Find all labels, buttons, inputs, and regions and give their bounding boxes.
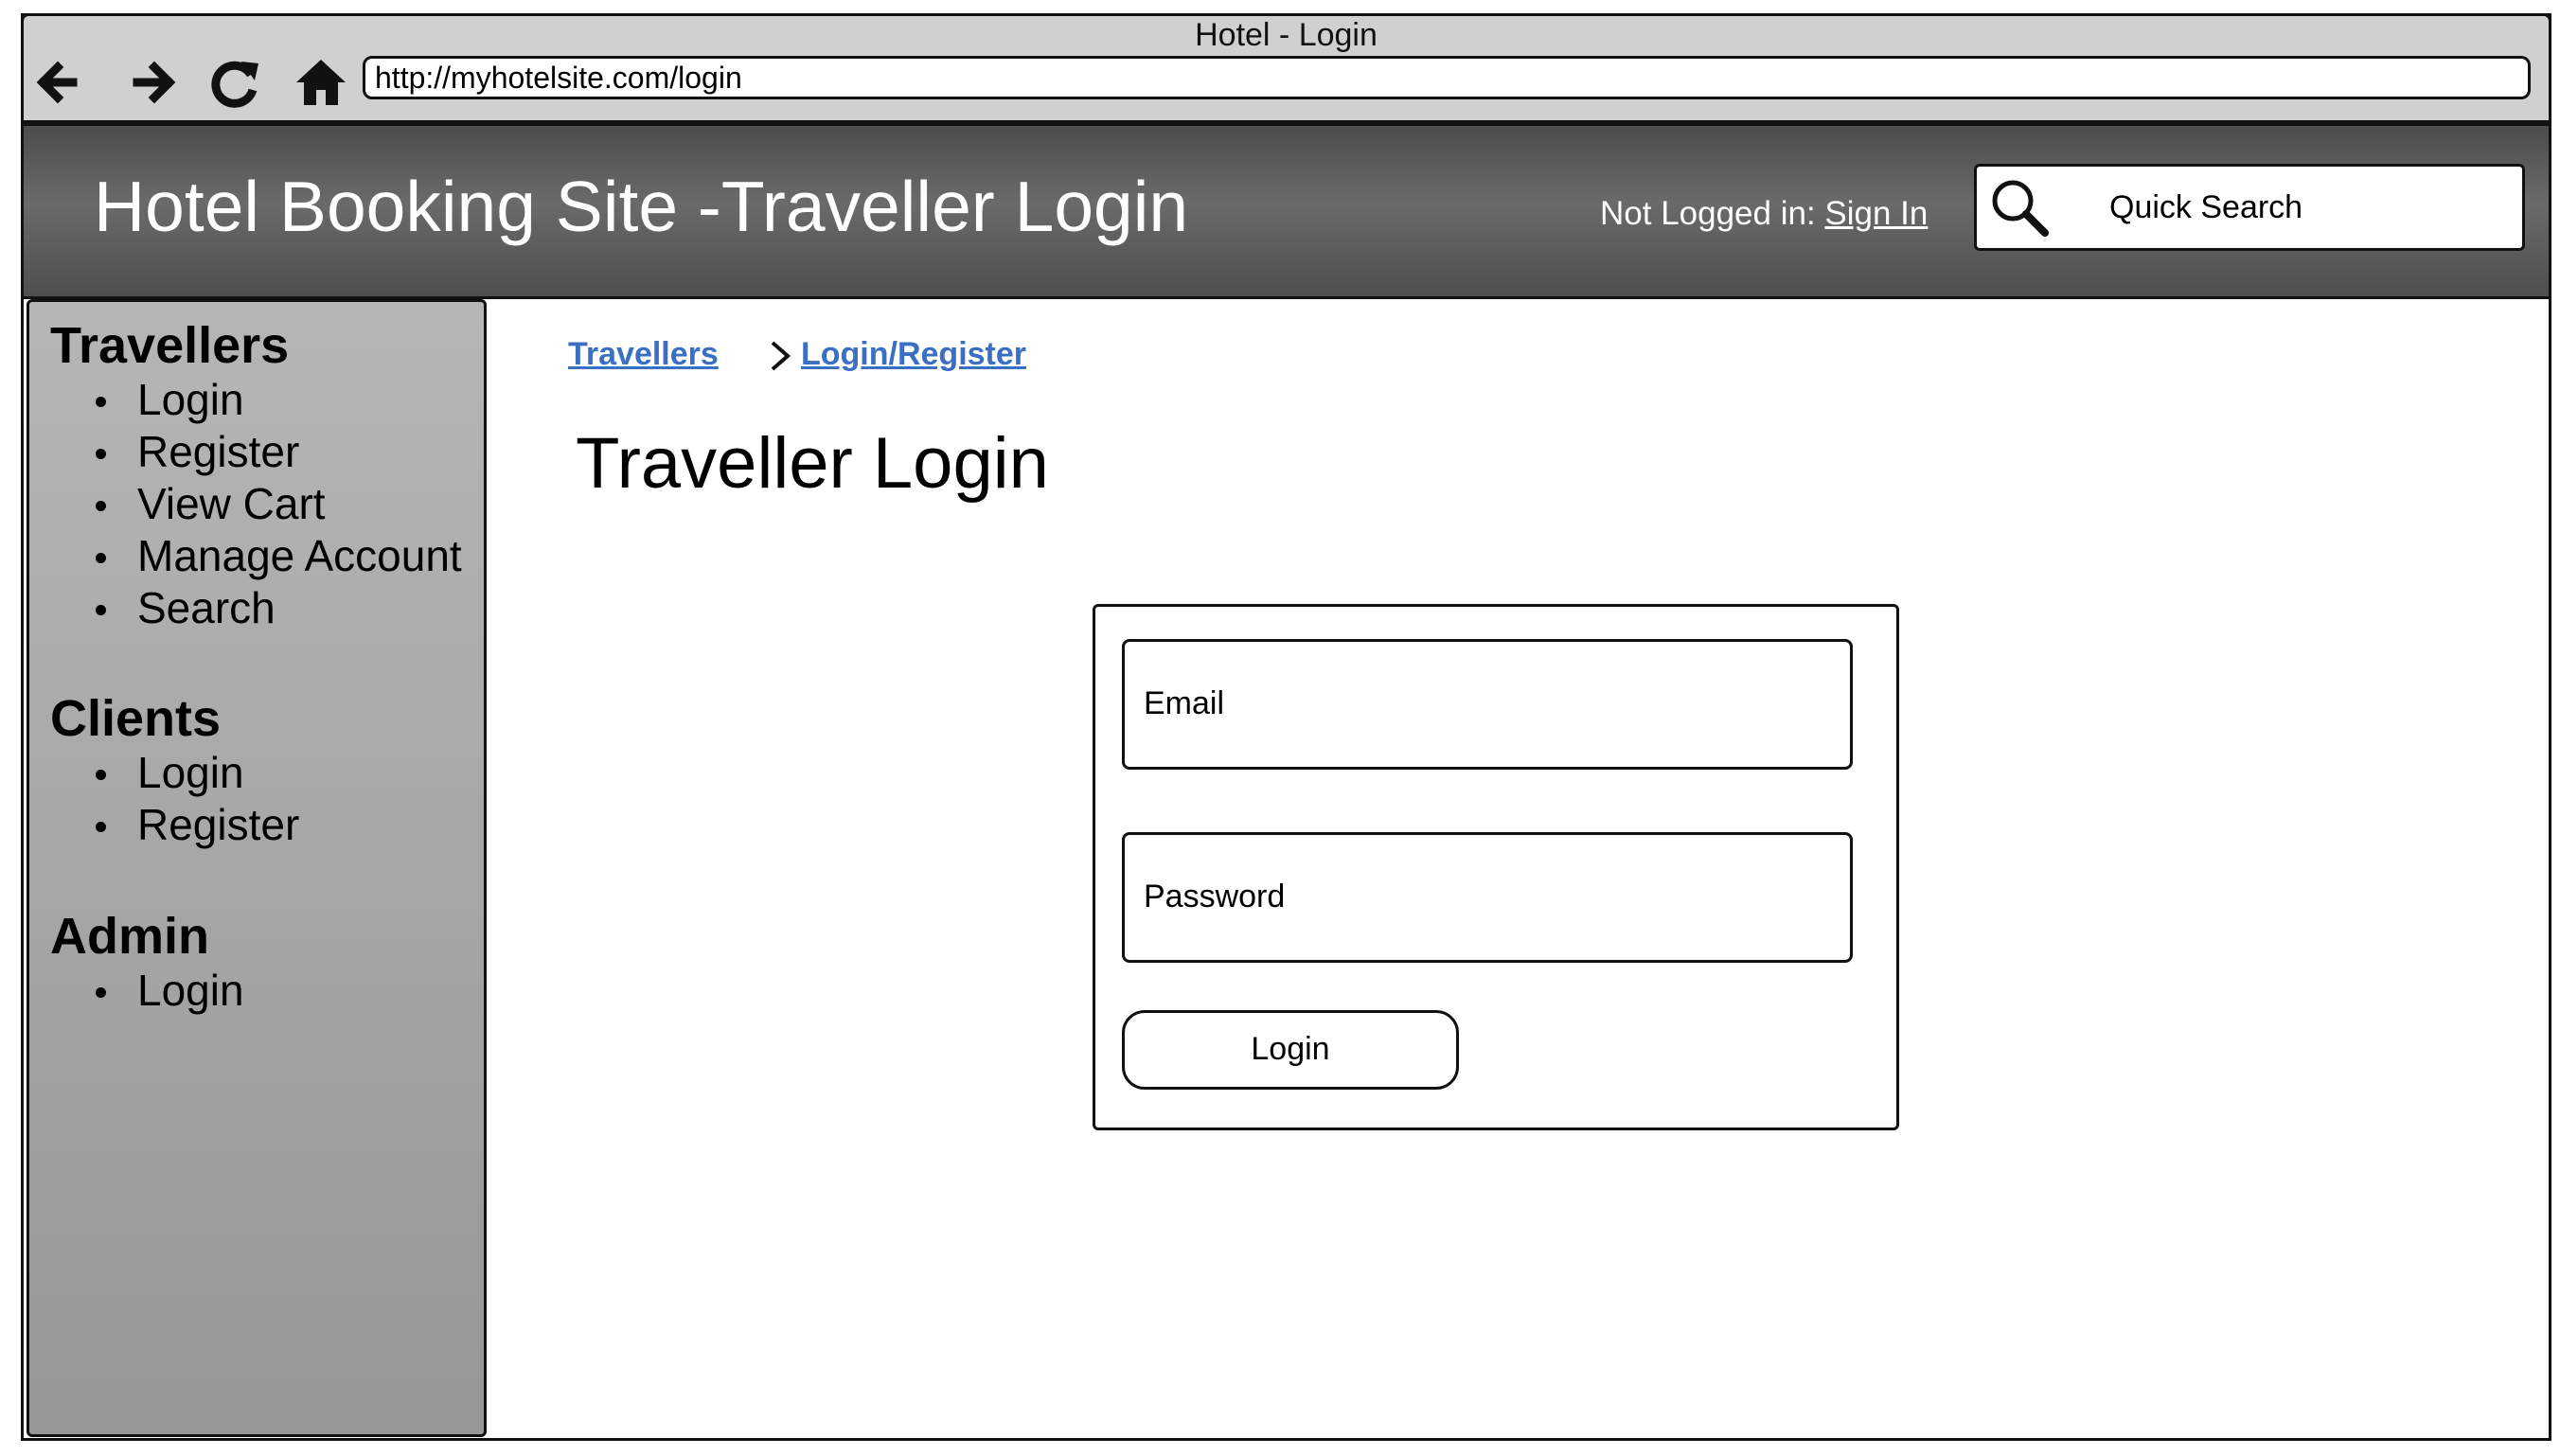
sidebar-item-search[interactable]: Search — [29, 582, 462, 634]
page-title: Traveller Login — [576, 423, 1049, 504]
search-icon[interactable] — [1988, 176, 2051, 239]
breadcrumb-link-login-register[interactable]: Login/Register — [801, 333, 1026, 375]
sidebar-list-travellers: Login Register View Cart Manage Account … — [29, 374, 462, 634]
email-field[interactable]: Email — [1122, 639, 1853, 770]
sidebar-item-admin-login[interactable]: Login — [29, 965, 244, 1017]
password-placeholder: Password — [1144, 879, 1286, 914]
reload-icon[interactable] — [205, 52, 266, 113]
email-placeholder: Email — [1144, 685, 1225, 721]
sidebar-item-client-register[interactable]: Register — [29, 799, 299, 851]
login-button[interactable]: Login — [1122, 1010, 1459, 1090]
sidebar-section-title: Travellers — [50, 317, 290, 374]
sidebar: Travellers Login Register View Cart Mana… — [27, 299, 487, 1437]
back-arrow-icon[interactable] — [31, 52, 92, 113]
sidebar-item-client-login[interactable]: Login — [29, 747, 299, 799]
login-status-text: Not Logged in: — [1600, 195, 1825, 232]
forward-arrow-icon[interactable] — [122, 52, 183, 113]
sidebar-item-traveller-login[interactable]: Login — [29, 374, 462, 426]
sidebar-section-title: Clients — [50, 690, 222, 747]
sidebar-item-manage-account[interactable]: Manage Account — [29, 530, 462, 582]
sidebar-list-clients: Login Register — [29, 747, 299, 851]
home-icon[interactable] — [291, 52, 351, 113]
password-field[interactable]: Password — [1122, 832, 1853, 963]
login-form: Email Password Login — [1093, 604, 1899, 1130]
sidebar-section-title: Admin — [50, 908, 209, 965]
site-title: Hotel Booking Site -Traveller Login — [94, 167, 1189, 246]
quick-search-label: Quick Search — [2109, 189, 2303, 225]
sidebar-list-admin: Login — [29, 965, 244, 1017]
sign-in-link[interactable]: Sign In — [1824, 195, 1928, 232]
sidebar-item-view-cart[interactable]: View Cart — [29, 478, 462, 530]
window-title: Hotel - Login — [1195, 17, 1378, 53]
site-header: Hotel Booking Site -Traveller Login Not … — [21, 123, 2551, 299]
sidebar-item-traveller-register[interactable]: Register — [29, 426, 462, 478]
url-bar[interactable]: http://myhotelsite.com/login — [363, 56, 2531, 99]
browser-toolbar: Hotel - Login http://myhotelsite.com/log… — [21, 13, 2551, 123]
login-status: Not Logged in: Sign In — [1600, 190, 1928, 238]
breadcrumb-link-travellers[interactable]: Travellers — [568, 333, 719, 375]
quick-search-box[interactable]: Quick Search — [1974, 164, 2525, 251]
chevron-right-icon — [763, 337, 795, 375]
